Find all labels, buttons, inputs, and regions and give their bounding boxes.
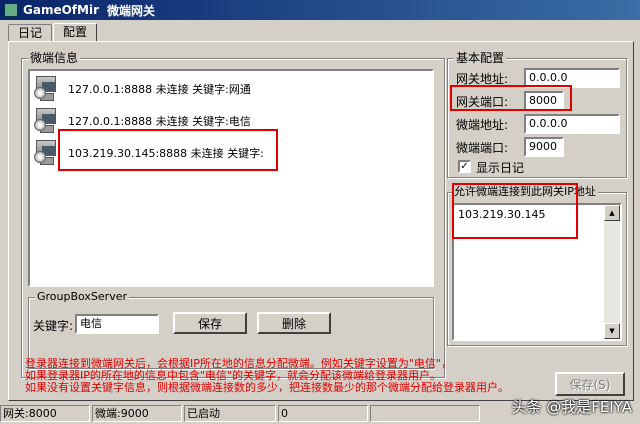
scrollbar[interactable]: ▲ ▼ [604, 205, 620, 339]
keyword-label: 关键字: [33, 319, 74, 333]
title-bar: GameOfMir 微端网关 [0, 0, 640, 20]
highlight-box [452, 183, 578, 239]
client-address-label: 微端地址: [456, 118, 509, 132]
computer-icon [34, 74, 64, 104]
clients-groupbox: 微端信息 127.0.0.1:8888 未连接 关键字:网通 127.0.0.1… [21, 51, 445, 378]
client-item-text: 127.0.0.1:8888 未连接 关键字:网通 [68, 83, 251, 96]
tab-strip: 日记 配置 [8, 23, 98, 42]
scroll-up-icon[interactable]: ▲ [604, 205, 620, 221]
allowed-ips-groupbox: 允许微端连接到此网关IP地址 103.219.30.145 ▲ ▼ [447, 183, 627, 346]
client-item-text: 127.0.0.1:8888 未连接 关键字:电信 [68, 115, 251, 128]
status-client: 微端:9000 [92, 405, 182, 422]
save-keyword-button[interactable]: 保存 [173, 312, 247, 334]
app-icon [4, 3, 18, 17]
status-state: 已启动 [184, 405, 276, 422]
basic-config-groupbox: 基本配置 网关地址: 0.0.0.0 网关端口: 8000 微端地址: 0.0.… [447, 51, 627, 178]
client-port-label: 微端端口: [456, 141, 509, 155]
save-button[interactable]: 保存(S) [555, 372, 625, 396]
highlight-box [450, 85, 572, 111]
window-title: GameOfMir [23, 3, 99, 17]
list-item[interactable]: 127.0.0.1:8888 未连接 关键字:网通 [34, 73, 251, 105]
config-panel: 微端信息 127.0.0.1:8888 未连接 关键字:网通 127.0.0.1… [8, 41, 634, 401]
delete-button[interactable]: 删除 [257, 312, 331, 334]
tab-log[interactable]: 日记 [8, 24, 53, 42]
highlight-box [58, 129, 278, 171]
server-group-title: GroupBoxServer [35, 290, 130, 304]
tab-config[interactable]: 配置 [53, 23, 98, 41]
window-subtitle: 微端网关 [106, 3, 155, 18]
client-list[interactable]: 127.0.0.1:8888 未连接 关键字:网通 127.0.0.1:8888… [28, 69, 434, 287]
scroll-down-icon[interactable]: ▼ [604, 323, 620, 339]
keyword-input[interactable]: 电信 [75, 314, 159, 334]
status-empty [370, 405, 480, 422]
clients-group-title: 微端信息 [28, 51, 81, 65]
show-log-label: 显示日记 [476, 161, 525, 175]
client-address-input[interactable]: 0.0.0.0 [524, 114, 620, 134]
status-count: 0 [278, 405, 368, 422]
status-gateway: 网关:8000 [0, 405, 90, 422]
show-log-checkbox[interactable]: ✓ [458, 160, 471, 173]
watermark: 头条 @我是FEIYA [511, 398, 632, 416]
note-line-3: 如果没有设置关键字信息，则根据微端连接数的多少，把连接数最少的那个微端分配给登录… [25, 381, 509, 394]
basic-config-title: 基本配置 [454, 51, 507, 65]
client-port-input[interactable]: 9000 [524, 137, 564, 157]
